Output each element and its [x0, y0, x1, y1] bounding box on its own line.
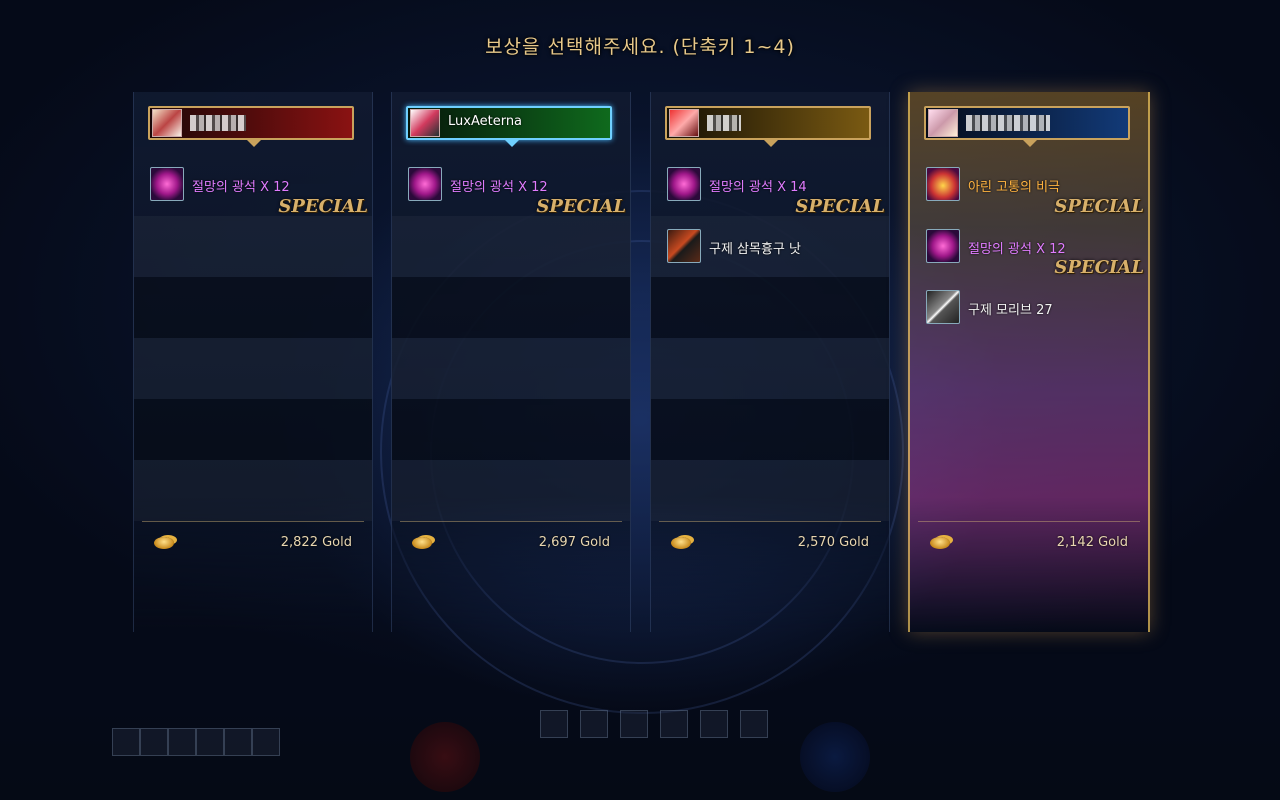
skill-slot: [168, 728, 196, 756]
skill-slot: [580, 710, 608, 738]
special-label: SPECIAL: [1054, 257, 1144, 278]
player-header: [924, 106, 1130, 147]
skill-slot: [252, 728, 280, 756]
card-row: [134, 460, 372, 521]
card-row: [651, 277, 889, 338]
crystal-ore-icon: [150, 167, 184, 201]
special-label: SPECIAL: [536, 196, 626, 217]
player-portrait-icon: [410, 109, 440, 137]
player-header: [148, 106, 354, 147]
blade-weapon-icon: [926, 290, 960, 324]
card-row: [651, 399, 889, 460]
obscured-player-name: [707, 115, 741, 131]
item-name: 구제 모리브 27: [968, 303, 1053, 318]
item-name: 구제 삼목흉구 낫: [709, 242, 801, 257]
card-row: [392, 338, 630, 399]
player-header: LuxAeterna: [406, 106, 612, 147]
divider: [918, 521, 1140, 522]
card-row: [651, 338, 889, 399]
pointer-arrow-icon: [504, 139, 520, 147]
gold-coin-icon: [154, 537, 174, 549]
card-row: [392, 399, 630, 460]
reward-card-2[interactable]: LuxAeterna 절망의 광석 X 12 SPECIAL 2,697 Gol…: [391, 92, 631, 632]
skill-slot: [740, 710, 768, 738]
reward-item[interactable]: 구제 모리브 27: [926, 290, 1136, 326]
skill-slot: [140, 728, 168, 756]
skill-slot: [660, 710, 688, 738]
scythe-weapon-icon: [667, 229, 701, 263]
card-row: [392, 277, 630, 338]
card-row: [134, 277, 372, 338]
reward-selection-title: 보상을 선택해주세요. (단축키 1~4): [485, 36, 795, 58]
gold-amount: 2,570 Gold: [797, 535, 869, 550]
mp-orb-icon: [800, 722, 870, 792]
card-row: [651, 460, 889, 521]
player-portrait-icon: [152, 109, 182, 137]
gold-coin-icon: [412, 537, 432, 549]
special-label: SPECIAL: [1054, 196, 1144, 217]
obscured-player-name: [966, 115, 1050, 131]
item-name: 절망의 광석 X 12: [450, 180, 548, 195]
skill-slot: [224, 728, 252, 756]
player-portrait-icon: [669, 109, 699, 137]
player-name: LuxAeterna: [448, 114, 523, 129]
card-row: [134, 399, 372, 460]
gold-reward: 2,822 Gold: [150, 534, 352, 554]
card-row: [392, 216, 630, 277]
gold-coin-icon: [671, 537, 691, 549]
gold-reward: 2,697 Gold: [408, 534, 610, 554]
item-name: 절망의 광석 X 14: [709, 180, 807, 195]
reward-card-1[interactable]: 절망의 광석 X 12 SPECIAL 2,822 Gold: [133, 92, 373, 632]
hp-orb-icon: [410, 722, 480, 792]
card-row: [134, 216, 372, 277]
reward-item[interactable]: 구제 삼목흉구 낫: [667, 229, 877, 265]
gold-amount: 2,697 Gold: [538, 535, 610, 550]
skill-slot: [196, 728, 224, 756]
pointer-arrow-icon: [1022, 139, 1038, 147]
reward-card-4[interactable]: 아린 고통의 비극 SPECIAL 절망의 광석 X 12 SPECIAL 구제…: [908, 92, 1150, 632]
reward-card-3[interactable]: 절망의 광석 X 14 SPECIAL 구제 삼목흉구 낫 2,570 Gold: [650, 92, 890, 632]
item-name: 절망의 광석 X 12: [192, 180, 290, 195]
pointer-arrow-icon: [246, 139, 262, 147]
divider: [400, 521, 622, 522]
gold-amount: 2,822 Gold: [280, 535, 352, 550]
item-name: 절망의 광석 X 12: [968, 242, 1066, 257]
special-label: SPECIAL: [278, 196, 368, 217]
divider: [659, 521, 881, 522]
crystal-ore-icon: [408, 167, 442, 201]
obscured-player-name: [190, 115, 246, 131]
item-name: 아린 고통의 비극: [968, 180, 1060, 195]
game-hud-background: [0, 700, 1280, 800]
skill-slot: [620, 710, 648, 738]
gold-reward: 2,570 Gold: [667, 534, 869, 554]
divider: [142, 521, 364, 522]
crystal-ore-icon: [667, 167, 701, 201]
pointer-arrow-icon: [763, 139, 779, 147]
epic-book-icon: [926, 167, 960, 201]
player-header: [665, 106, 871, 147]
card-row: [134, 338, 372, 399]
skill-slot: [540, 710, 568, 738]
skill-slot: [112, 728, 140, 756]
card-row: [392, 460, 630, 521]
gold-amount: 2,142 Gold: [1056, 535, 1128, 550]
player-portrait-icon: [928, 109, 958, 137]
crystal-ore-icon: [926, 229, 960, 263]
gold-reward: 2,142 Gold: [926, 534, 1128, 554]
special-label: SPECIAL: [795, 196, 885, 217]
skill-slot: [700, 710, 728, 738]
gold-coin-icon: [930, 537, 950, 549]
